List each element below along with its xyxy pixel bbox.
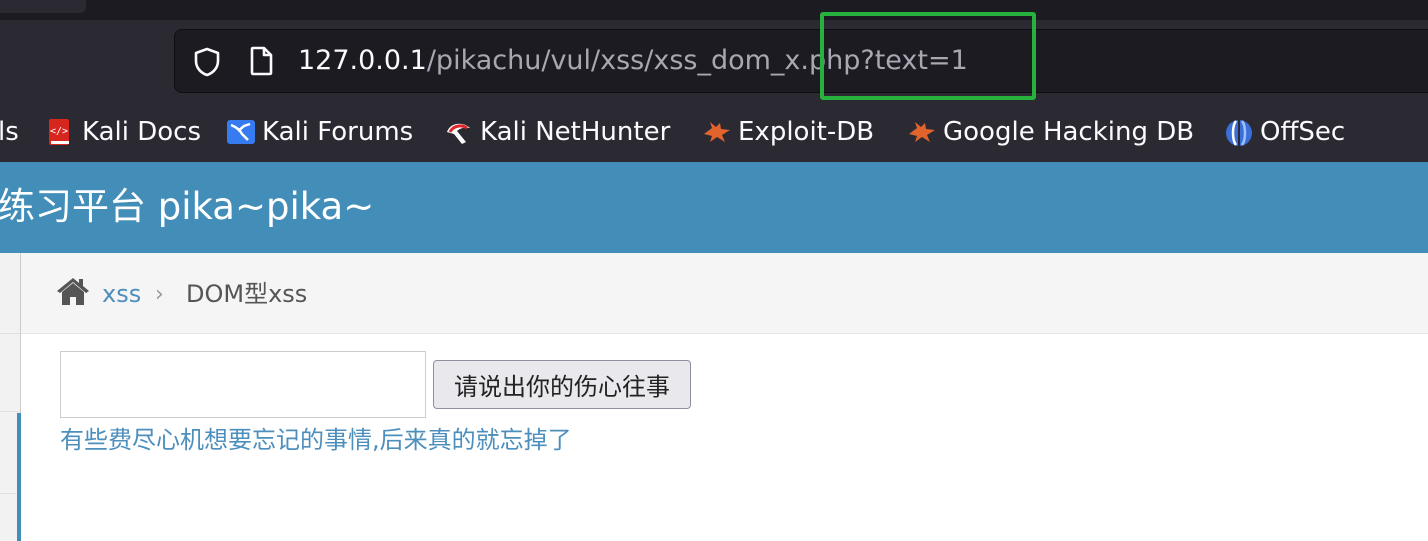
sidebar-divider bbox=[0, 493, 17, 494]
breadcrumb-current: DOM型xss bbox=[186, 280, 308, 308]
bookmark-kali-docs[interactable]: </> Kali Docs bbox=[46, 115, 201, 149]
breadcrumb: xss › DOM型xss bbox=[21, 253, 1428, 334]
sidebar-divider bbox=[0, 333, 20, 334]
bookmark-kali-nethunter[interactable]: Kali NetHunter bbox=[444, 115, 670, 149]
sidebar bbox=[0, 253, 21, 541]
text-input[interactable] bbox=[60, 351, 426, 418]
app-header: 练习平台 pika~pika~ bbox=[0, 162, 1428, 253]
ghdb-icon bbox=[907, 118, 935, 146]
bookmark-label: Kali NetHunter bbox=[480, 117, 671, 147]
bookmark-google-hacking-db[interactable]: Google Hacking DB bbox=[907, 115, 1194, 149]
sidebar-divider bbox=[0, 411, 20, 412]
url-bar[interactable]: 127.0.0.1/pikachu/vul/xss/xss_dom_x.php?… bbox=[174, 29, 1428, 93]
breadcrumb-link-xss[interactable]: xss bbox=[102, 279, 141, 309]
kali-nethunter-icon bbox=[444, 118, 472, 146]
page-icon[interactable] bbox=[249, 46, 275, 80]
sidebar-active-indicator bbox=[17, 413, 21, 541]
kali-docs-icon: </> bbox=[46, 118, 74, 146]
bookmark-label: Google Hacking DB bbox=[943, 117, 1195, 147]
bookmark-label: Kali Forums bbox=[262, 117, 414, 147]
highlight-box bbox=[820, 12, 1036, 100]
bookmarks-toolbar: ls </> Kali Docs Kali Forums Kali NetHun… bbox=[0, 103, 1428, 162]
bookmark-label: Kali Docs bbox=[82, 117, 202, 147]
result-link[interactable]: 有些费尽心机想要忘记的事情,后来真的就忘掉了 bbox=[60, 424, 572, 456]
bookmark-kali-forums[interactable]: Kali Forums bbox=[226, 115, 413, 149]
browser-toolbar: 127.0.0.1/pikachu/vul/xss/xss_dom_x.php?… bbox=[0, 20, 1428, 103]
breadcrumb-separator: › bbox=[155, 282, 164, 307]
shield-icon[interactable] bbox=[193, 47, 221, 81]
exploit-db-icon bbox=[702, 118, 730, 146]
tab-strip bbox=[0, 0, 1428, 20]
kali-forums-icon bbox=[226, 118, 255, 146]
bookmark-label: Exploit-DB bbox=[738, 117, 875, 147]
url-host: 127.0.0.1 bbox=[298, 45, 427, 76]
submit-button[interactable]: 请说出你的伤心往事 bbox=[433, 360, 691, 409]
bookmark-label: ls bbox=[0, 117, 19, 147]
home-icon[interactable] bbox=[55, 276, 91, 310]
bookmark-item[interactable]: ls bbox=[0, 115, 19, 149]
bookmark-exploit-db[interactable]: Exploit-DB bbox=[702, 115, 874, 149]
svg-text:</>: </> bbox=[50, 126, 68, 137]
app-title[interactable]: 练习平台 pika~pika~ bbox=[0, 184, 374, 230]
bookmark-label: OffSec bbox=[1260, 117, 1346, 147]
bookmark-offsec[interactable]: OffSec bbox=[1224, 115, 1345, 149]
offsec-icon bbox=[1224, 118, 1252, 146]
browser-tab[interactable] bbox=[0, 0, 86, 13]
